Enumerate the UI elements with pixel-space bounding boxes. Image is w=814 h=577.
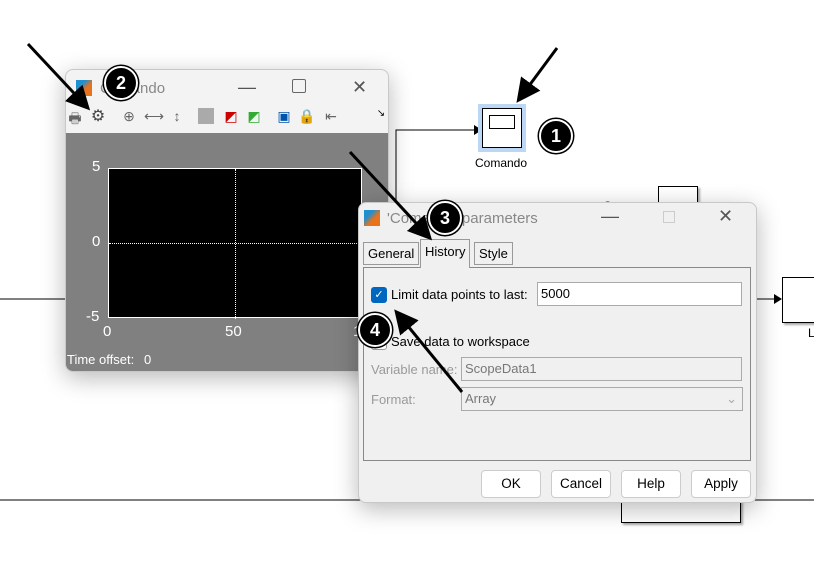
arrow-4	[394, 309, 464, 393]
annotation-badge-2: 2	[104, 66, 138, 100]
arrow-2	[26, 42, 91, 111]
arrow-3	[348, 150, 433, 241]
annotation-badge-4: 4	[358, 313, 392, 347]
annotation-badge-1: 1	[539, 119, 573, 153]
annotation-badge-3: 3	[428, 201, 462, 235]
arrow-1	[516, 47, 559, 103]
